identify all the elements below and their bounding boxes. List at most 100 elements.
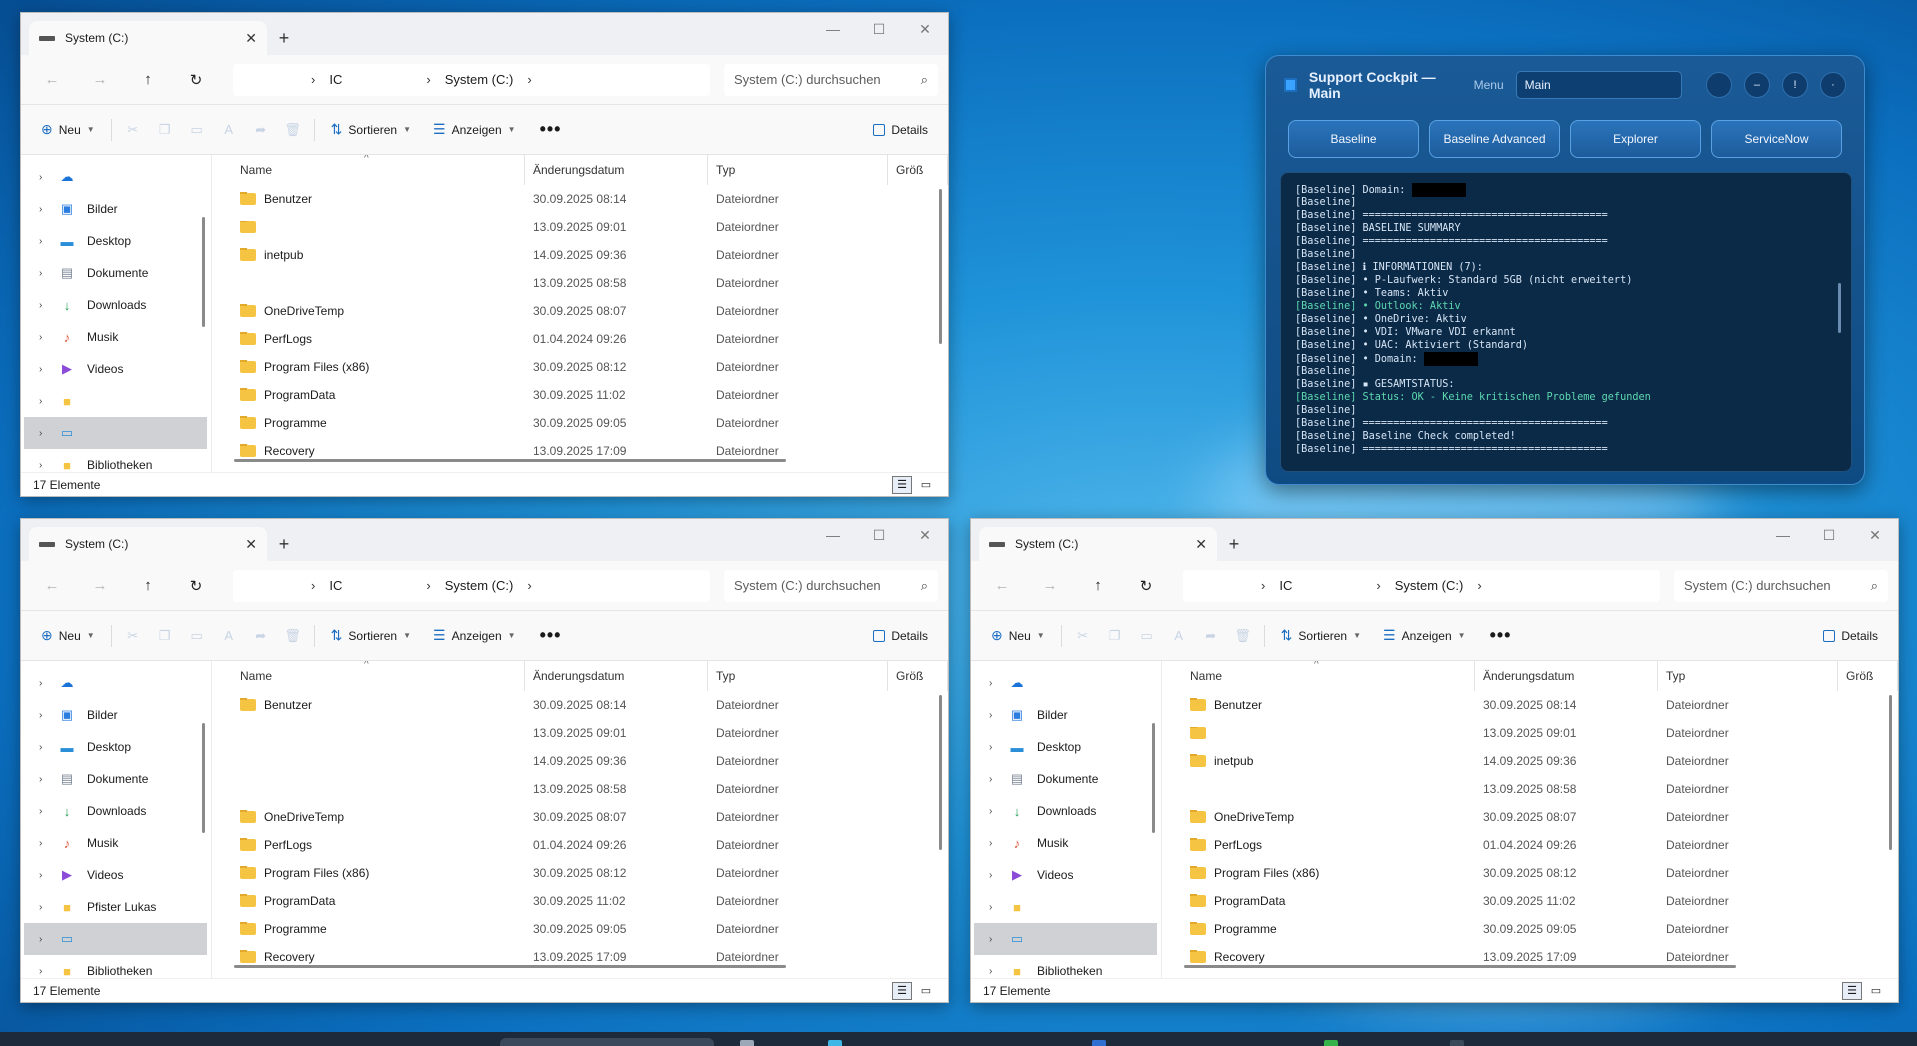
expand-chevron-icon[interactable]: ›	[39, 460, 47, 471]
paste-icon[interactable]: ▭	[186, 627, 208, 645]
close-button[interactable]: ·	[1819, 72, 1846, 98]
expand-chevron-icon[interactable]: ›	[39, 678, 47, 689]
expand-chevron-icon[interactable]: ›	[39, 332, 47, 343]
back-arrow-icon[interactable]: ←	[31, 64, 73, 96]
expand-chevron-icon[interactable]: ›	[39, 428, 47, 439]
sidebar-item-videos[interactable]: › ▶ Videos	[21, 353, 211, 385]
details-view-icon[interactable]: ☰	[1842, 981, 1862, 1000]
chevron-right-icon[interactable]: ›	[426, 578, 430, 593]
table-row[interactable]: 13.09.2025 09:01 Dateiordner	[232, 213, 948, 241]
vertical-scrollbar[interactable]	[939, 695, 942, 850]
search-icon[interactable]: ⌕	[921, 72, 928, 88]
delete-icon[interactable]: 🗑	[1232, 627, 1254, 645]
sidebar-item-computer[interactable]: › ▭	[24, 923, 207, 955]
search-input[interactable]: System (C:) durchsuchen ⌕	[724, 63, 938, 96]
taskbar-edge-icon[interactable]	[828, 1040, 842, 1046]
column-date[interactable]: Änderungsdatum	[525, 155, 708, 185]
table-row[interactable]: ProgramData 30.09.2025 11:02 Dateiordner	[232, 887, 948, 915]
expand-chevron-icon[interactable]: ›	[39, 364, 47, 375]
chevron-right-icon[interactable]: ›	[1477, 578, 1481, 593]
table-row[interactable]: inetpub 14.09.2025 09:36 Dateiordner	[1182, 747, 1898, 775]
maximize-icon[interactable]: ☐	[856, 519, 902, 551]
rename-icon[interactable]: A	[1168, 627, 1190, 645]
expand-chevron-icon[interactable]: ›	[989, 710, 997, 721]
sidebar-item-bilder[interactable]: › ▣ Bilder	[21, 193, 211, 225]
table-row[interactable]: OneDriveTemp 30.09.2025 08:07 Dateiordner	[1182, 803, 1898, 831]
breadcrumb-segment-drive[interactable]: System (C:)	[445, 578, 514, 593]
taskbar-cockpit-icon[interactable]	[1450, 1040, 1464, 1046]
more-options-icon[interactable]: •••	[532, 625, 570, 646]
tiles-view-icon[interactable]: ▭	[916, 982, 936, 1000]
copy-icon[interactable]: ❐	[154, 627, 176, 645]
horizontal-scrollbar[interactable]	[234, 459, 786, 462]
table-row[interactable]: PerfLogs 01.04.2024 09:26 Dateiordner	[232, 831, 948, 859]
close-window-icon[interactable]: ✕	[902, 519, 948, 551]
table-row[interactable]: Benutzer 30.09.2025 08:14 Dateiordner	[232, 691, 948, 719]
table-row[interactable]: Programme 30.09.2025 09:05 Dateiordner	[232, 915, 948, 943]
menu-select[interactable]: Main	[1515, 71, 1682, 99]
more-options-icon[interactable]: •••	[1482, 625, 1520, 646]
theme-button[interactable]	[1705, 72, 1732, 98]
up-arrow-icon[interactable]: ↑	[1077, 570, 1119, 602]
table-row[interactable]: Programme 30.09.2025 09:05 Dateiordner	[1182, 915, 1898, 943]
table-row[interactable]: inetpub 14.09.2025 09:36 Dateiordner	[232, 747, 948, 775]
column-date[interactable]: Änderungsdatum	[1475, 661, 1658, 691]
sidebar-item-musik[interactable]: › ♪ Musik	[971, 827, 1161, 859]
up-arrow-icon[interactable]: ↑	[127, 64, 169, 96]
nav-scrollbar[interactable]	[1152, 723, 1155, 833]
nav-scrollbar[interactable]	[202, 723, 205, 833]
cut-icon[interactable]: ✂	[1072, 627, 1094, 645]
table-row[interactable]: Program Files (x86) 30.09.2025 08:12 Datei…	[1182, 859, 1898, 887]
sidebar-item-downloads[interactable]: › ↓ Downloads	[21, 795, 211, 827]
table-row[interactable]: inetpub 14.09.2025 09:36 Dateiordner	[232, 241, 948, 269]
nav-scrollbar[interactable]	[202, 217, 205, 327]
tiles-view-icon[interactable]: ▭	[916, 476, 936, 494]
expand-chevron-icon[interactable]: ›	[989, 934, 997, 945]
minimize-icon[interactable]: —	[810, 13, 856, 45]
taskbar-search[interactable]	[500, 1038, 714, 1046]
details-button[interactable]: Details	[867, 115, 934, 145]
sidebar-item-onedrive[interactable]: › ☁	[21, 161, 211, 193]
table-row[interactable]: Programme 30.09.2025 09:05 Dateiordner	[232, 409, 948, 437]
details-view-icon[interactable]: ☰	[892, 475, 912, 494]
sidebar-item-downloads[interactable]: › ↓ Downloads	[971, 795, 1161, 827]
close-tab-icon[interactable]: ✕	[1195, 536, 1207, 553]
horizontal-scrollbar[interactable]	[1184, 965, 1736, 968]
expand-chevron-icon[interactable]: ›	[39, 236, 47, 247]
cut-icon[interactable]: ✂	[122, 627, 144, 645]
close-window-icon[interactable]: ✕	[902, 13, 948, 45]
sidebar-item-computer[interactable]: › ▭	[974, 923, 1157, 955]
taskbar-app-icon[interactable]	[740, 1040, 754, 1046]
sidebar-item-desktop[interactable]: › ▬ Desktop	[21, 225, 211, 257]
sidebar-item-computer[interactable]: › ▭	[24, 417, 207, 449]
sidebar-item-bibliotheken[interactable]: › ■ Bibliotheken	[21, 449, 211, 473]
sidebar-item-bibliotheken[interactable]: › ■ Bibliotheken	[971, 955, 1161, 979]
sort-button[interactable]: ⇅ Sortieren ▼	[1275, 621, 1367, 651]
breadcrumb-segment-drive[interactable]: System (C:)	[1395, 578, 1464, 593]
rename-icon[interactable]: A	[218, 121, 240, 139]
table-row[interactable]: OneDriveTemp 30.09.2025 08:07 Dateiordner	[232, 803, 948, 831]
address-bar[interactable]: › IC › System (C:) ›	[233, 569, 710, 602]
table-row[interactable]: Program Files (x86) 30.09.2025 08:12 Datei…	[232, 859, 948, 887]
copy-icon[interactable]: ❐	[1104, 627, 1126, 645]
breadcrumb-segment-user[interactable]: IC	[329, 578, 342, 593]
sidebar-item-bibliotheken[interactable]: › ■ Bibliotheken	[21, 955, 211, 979]
table-row[interactable]: 13.09.2025 08:58 Dateiordner	[232, 269, 948, 297]
search-input[interactable]: System (C:) durchsuchen ⌕	[1674, 569, 1888, 602]
back-arrow-icon[interactable]: ←	[981, 570, 1023, 602]
expand-chevron-icon[interactable]: ›	[989, 806, 997, 817]
breadcrumb-segment-user[interactable]: IC	[1279, 578, 1292, 593]
search-icon[interactable]: ⌕	[921, 578, 928, 594]
view-button[interactable]: ☰ Anzeigen ▼	[427, 115, 522, 145]
forward-arrow-icon[interactable]: →	[79, 570, 121, 602]
table-row[interactable]: PerfLogs 01.04.2024 09:26 Dateiordner	[1182, 831, 1898, 859]
search-input[interactable]: System (C:) durchsuchen ⌕	[724, 569, 938, 602]
cut-icon[interactable]: ✂	[122, 121, 144, 139]
column-name[interactable]: Name	[232, 155, 525, 185]
sort-button[interactable]: ⇅ Sortieren ▼	[325, 115, 417, 145]
new-button[interactable]: ⊕ Neu ▼	[985, 621, 1051, 651]
tiles-view-icon[interactable]: ▭	[1866, 982, 1886, 1000]
column-name[interactable]: Name	[1182, 661, 1475, 691]
sidebar-item-dokumente[interactable]: › ▤ Dokumente	[971, 763, 1161, 795]
sidebar-item-folder[interactable]: › ■	[971, 891, 1161, 923]
